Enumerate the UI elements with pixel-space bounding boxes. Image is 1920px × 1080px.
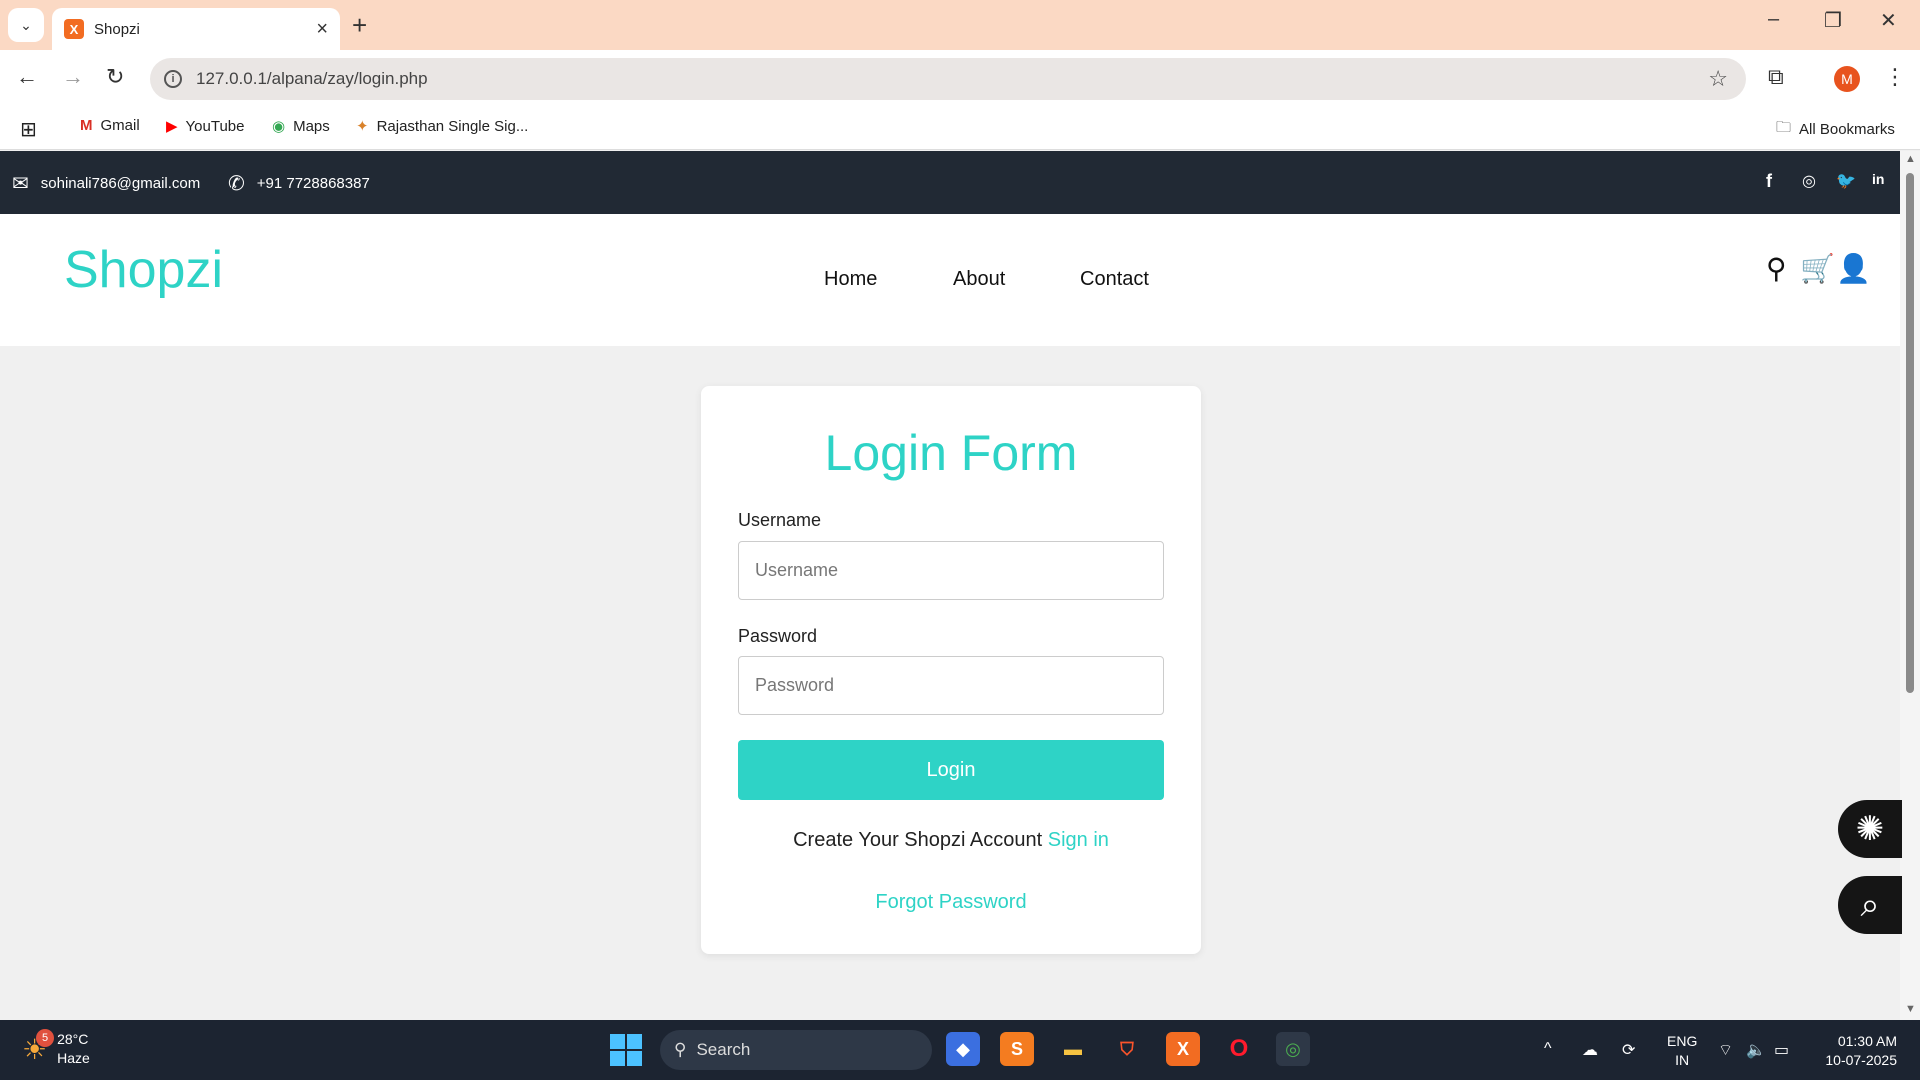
create-account-line: Create Your Shopzi Account Sign in — [701, 829, 1201, 852]
email-contact[interactable]: ✉ sohinali786@gmail.com — [12, 171, 200, 196]
bookmark-youtube[interactable]: ▶ YouTube — [166, 117, 245, 136]
xampp-icon[interactable]: X — [1166, 1032, 1200, 1066]
user-icon[interactable]: 👤 — [1836, 252, 1871, 285]
youtube-icon: ▶ — [166, 118, 178, 135]
new-tab-button[interactable]: + — [352, 10, 367, 41]
extensions-icon[interactable]: ⧉ — [1768, 64, 1784, 90]
close-tab-icon[interactable]: × — [316, 18, 328, 41]
password-input[interactable] — [738, 656, 1164, 715]
code-inspect-icon[interactable]: ⌕ — [1838, 876, 1902, 934]
twitter-icon[interactable]: 🐦 — [1836, 171, 1856, 191]
scroll-thumb[interactable] — [1906, 173, 1914, 693]
ai-assistant-icon[interactable]: ✺ — [1838, 800, 1902, 858]
sublime-text-icon[interactable]: S — [1000, 1032, 1034, 1066]
forward-icon[interactable]: → — [62, 64, 84, 90]
all-bookmarks-folder[interactable]: 🗀 All Bookmarks — [1776, 117, 1895, 142]
facebook-icon[interactable]: f — [1766, 171, 1772, 192]
address-bar[interactable]: i 127.0.0.1/alpana/zay/login.php ☆ — [150, 58, 1746, 100]
restore-icon[interactable]: ❐ — [1824, 8, 1842, 33]
nav-contact[interactable]: Contact — [1080, 268, 1149, 291]
weather-badge: 5 — [36, 1028, 54, 1047]
page-scrollbar[interactable]: ▲ ▼ — [1900, 151, 1920, 1020]
instagram-icon[interactable]: ◎ — [1802, 171, 1816, 191]
taskbar-search[interactable]: ⚲ Search — [660, 1030, 932, 1070]
file-explorer-icon[interactable]: ▬ — [1056, 1032, 1090, 1066]
site-logo[interactable]: Shopzi — [64, 240, 223, 300]
rajasthan-emblem-icon: ✦ — [356, 118, 369, 135]
minimize-icon[interactable]: – — [1768, 8, 1779, 31]
login-card: Login Form Username Password Login Creat… — [701, 386, 1201, 954]
show-hidden-icons[interactable]: ^ — [1544, 1040, 1552, 1058]
weather-sun-icon: ☀ 5 — [22, 1028, 54, 1066]
bookmark-star-icon[interactable]: ☆ — [1708, 66, 1728, 92]
username-label: Username — [738, 510, 822, 530]
back-icon[interactable]: ← — [16, 64, 38, 90]
site-info-icon[interactable]: i — [164, 70, 182, 88]
nav-home[interactable]: Home — [824, 268, 877, 291]
copilot-icon[interactable]: ◆ — [946, 1032, 980, 1066]
close-window-icon[interactable]: ✕ — [1880, 8, 1897, 33]
windows-start-icon[interactable] — [610, 1034, 642, 1066]
bookmark-maps[interactable]: ◉ Maps — [272, 117, 330, 136]
form-title: Login Form — [824, 425, 1078, 481]
onedrive-icon[interactable]: ☁ — [1582, 1040, 1598, 1060]
volume-icon[interactable]: 🔈 — [1746, 1040, 1766, 1060]
scroll-up-icon[interactable]: ▲ — [1905, 153, 1916, 165]
bookmarks-bar: ⊞ M Gmail ▶ YouTube ◉ Maps ✦ Rajasthan S… — [0, 107, 1920, 150]
taskbar-search-label: Search — [696, 1040, 751, 1059]
browser-menu-icon[interactable]: ⋮ — [1884, 64, 1906, 90]
url-text[interactable]: 127.0.0.1/alpana/zay/login.php — [196, 69, 428, 89]
browser-tab[interactable]: X Shopzi × — [52, 8, 340, 50]
reload-icon[interactable]: ↻ — [106, 64, 124, 90]
username-input[interactable] — [738, 541, 1164, 600]
wifi-icon[interactable]: ⌔ — [1718, 1040, 1733, 1060]
folder-icon: 🗀 — [1776, 119, 1792, 136]
browser-toolbar: ← → ↻ i 127.0.0.1/alpana/zay/login.php ☆… — [0, 50, 1920, 107]
battery-icon[interactable]: ▭ — [1774, 1040, 1789, 1060]
weather-widget[interactable]: ☀ 5 28°C Haze — [22, 1028, 90, 1068]
maps-pin-icon: ◉ — [272, 118, 286, 135]
scroll-down-icon[interactable]: ▼ — [1905, 1003, 1916, 1015]
phone-contact[interactable]: ✆ +91 7728868387 — [228, 171, 370, 196]
chrome-icon[interactable]: ◎ — [1276, 1032, 1310, 1066]
system-clock[interactable]: 01:30 AM 10-07-2025 — [1817, 1032, 1897, 1070]
sign-in-link[interactable]: Sign in — [1048, 829, 1109, 851]
linkedin-icon[interactable]: in — [1872, 171, 1884, 187]
gmail-icon: M — [80, 117, 93, 134]
sync-icon[interactable]: ⟳ — [1622, 1040, 1635, 1060]
phone-icon: ✆ — [228, 173, 245, 195]
browser-tabstrip: ⌄ X Shopzi × + – ❐ ✕ — [0, 0, 1920, 50]
tab-search-button[interactable]: ⌄ — [8, 8, 44, 42]
language-indicator[interactable]: ENG IN — [1667, 1032, 1697, 1070]
profile-avatar[interactable]: M — [1834, 66, 1860, 92]
create-account-text: Create Your Shopzi Account — [793, 829, 1043, 851]
windows-taskbar: ☀ 5 28°C Haze ⚲ Search ◆ S ▬ ⛉ X O ◎ ^ ☁ … — [0, 1020, 1920, 1080]
brave-browser-icon[interactable]: ⛉ — [1110, 1032, 1144, 1066]
nav-about[interactable]: About — [953, 268, 1005, 291]
site-header: Shopzi Home About Contact ⚲ 🛒 👤 — [0, 214, 1900, 346]
search-icon: ⚲ — [674, 1040, 687, 1059]
login-button[interactable]: Login — [738, 740, 1164, 800]
contact-topbar: ✉ sohinali786@gmail.com ✆ +91 7728868387… — [0, 151, 1900, 214]
search-icon[interactable]: ⚲ — [1766, 252, 1787, 285]
bookmark-rajasthan[interactable]: ✦ Rajasthan Single Sig... — [356, 117, 528, 136]
password-label: Password — [738, 626, 818, 646]
opera-browser-icon[interactable]: O — [1222, 1032, 1256, 1066]
cart-icon[interactable]: 🛒 — [1800, 252, 1835, 285]
tab-title: Shopzi — [94, 20, 140, 38]
bookmark-gmail[interactable]: M Gmail — [80, 117, 140, 134]
xampp-favicon-icon: X — [64, 19, 84, 39]
apps-grid-icon[interactable]: ⊞ — [20, 117, 37, 142]
envelope-icon: ✉ — [12, 173, 29, 195]
weather-temp: 28°C — [57, 1031, 89, 1047]
forgot-password-link[interactable]: Forgot Password — [701, 891, 1201, 914]
weather-desc: Haze — [57, 1050, 90, 1066]
